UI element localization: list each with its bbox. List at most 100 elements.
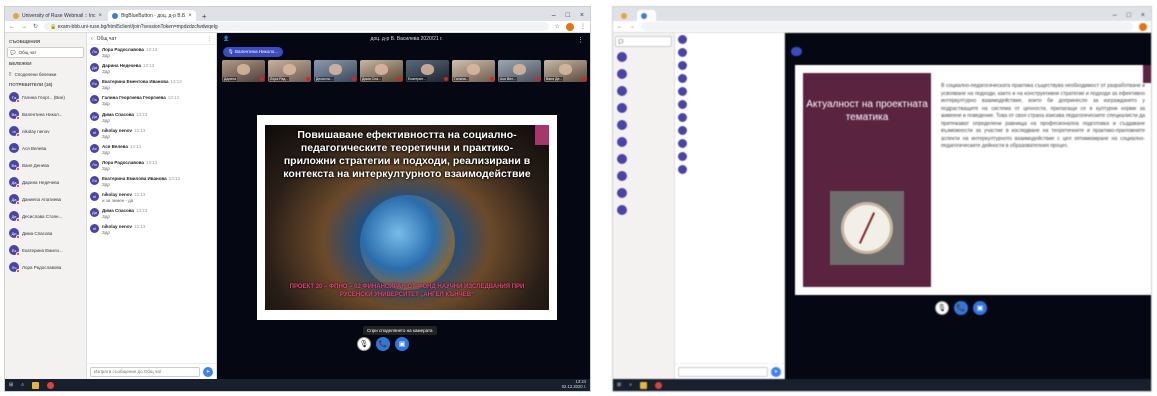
webcam-tile[interactable]: Галина...: [452, 60, 495, 82]
user-name: Ваня Денева: [22, 162, 50, 168]
camera-icon[interactable]: ▣: [973, 301, 987, 315]
explorer-icon[interactable]: [32, 381, 40, 389]
maximize-icon[interactable]: □: [1127, 12, 1131, 19]
send-icon[interactable]: ➤: [771, 366, 781, 377]
screenshot-right: – □ × ← → 💬 ➤ Актуалност на проектната т…: [612, 6, 1152, 392]
user-item[interactable]: [615, 169, 672, 183]
phone-icon[interactable]: 📞: [954, 301, 968, 315]
user-item[interactable]: [615, 50, 672, 64]
user-item[interactable]: [615, 186, 672, 200]
user-item[interactable]: Да Даниела Апатиева: [7, 192, 84, 206]
user-item[interactable]: [615, 67, 672, 81]
user-item[interactable]: Да Дарина Недечева: [7, 175, 84, 189]
send-icon[interactable]: ➤: [203, 366, 213, 377]
webcam-tile[interactable]: Лора Рад...: [268, 60, 311, 82]
new-tab-button[interactable]: +: [198, 12, 211, 21]
search-icon[interactable]: ⌕: [21, 382, 24, 388]
public-chat-item[interactable]: 💬: [615, 36, 672, 47]
browser-tab-webmail[interactable]: [617, 10, 635, 21]
forward-icon[interactable]: →: [629, 24, 635, 30]
browser-tab-webmail[interactable]: University of Ruse Webmail :: Inc ×: [9, 10, 106, 21]
chat-message: ni nikolay nenov 13:13 Здр: [90, 127, 213, 140]
camera-icon[interactable]: ▣: [395, 337, 409, 351]
url-field[interactable]: [641, 22, 1133, 31]
profile-avatar[interactable]: [566, 22, 574, 31]
user-item[interactable]: Ва Ваня Денева: [7, 158, 84, 172]
user-item[interactable]: [615, 118, 672, 132]
browser-tab-bbb[interactable]: [637, 10, 656, 21]
message-author: Лора Радославова: [102, 47, 144, 52]
url-field[interactable]: 🔒 exam-bbb.uni-ruse.bg/html5client/join?…: [44, 22, 549, 31]
explorer-icon[interactable]: [640, 381, 648, 389]
webcam-tile[interactable]: Дарина: [222, 60, 265, 82]
user-item[interactable]: ni nikolay nenov: [7, 124, 84, 138]
notes-icon: ▯: [9, 71, 12, 76]
message-avatar: [678, 87, 687, 96]
star-icon[interactable]: ☆: [555, 23, 560, 30]
reload-icon[interactable]: ↻: [33, 23, 38, 30]
public-chat-item[interactable]: 💬 Общ чат: [7, 47, 84, 58]
users-heading: ПОТРЕБИТЕЛИ (16): [9, 82, 53, 87]
close-tab-icon[interactable]: ×: [99, 13, 103, 19]
user-item[interactable]: [615, 152, 672, 166]
user-item[interactable]: [615, 101, 672, 115]
chat-message-input[interactable]: [90, 366, 200, 377]
chat-messages: [675, 33, 784, 363]
user-item[interactable]: [615, 135, 672, 149]
microphone-icon[interactable]: 🎙: [357, 337, 371, 351]
webcam-name: Ваня Де...: [545, 77, 564, 81]
forward-icon[interactable]: →: [21, 24, 27, 30]
webcam-tile[interactable]: Екатерин...: [406, 60, 449, 82]
user-item[interactable]: Де Десислава Стоян...: [7, 209, 84, 223]
webcam-tile[interactable]: Ваня Де...: [544, 60, 587, 82]
message-author: nikolay nenov: [102, 224, 133, 230]
back-icon[interactable]: ←: [9, 24, 15, 30]
user-item[interactable]: Ва Валентина Никол...: [7, 107, 84, 121]
phone-icon[interactable]: 📞: [376, 337, 390, 351]
menu-icon[interactable]: ⋮: [580, 23, 586, 30]
user-item[interactable]: [615, 203, 672, 217]
shared-notes-item[interactable]: ▯ Споделени бележки: [7, 69, 84, 79]
close-window-icon[interactable]: ×: [1141, 12, 1145, 19]
minimize-icon[interactable]: –: [1113, 12, 1117, 19]
user-item[interactable]: Ас Ася Велева: [7, 141, 84, 155]
tab-label: BigBlueButton - доц. д-р В.Б: [121, 12, 186, 19]
windows-start-icon[interactable]: ⊞: [617, 382, 621, 388]
chat-title: Общ чат: [96, 35, 117, 42]
close-tab-icon[interactable]: ×: [188, 13, 192, 19]
browser-tab-bbb[interactable]: BigBlueButton - доц. д-р В.Б ×: [108, 10, 196, 21]
options-icon[interactable]: ⋮: [577, 36, 584, 44]
windows-start-icon[interactable]: ⊞: [9, 382, 13, 388]
microphone-icon[interactable]: 🎙: [935, 301, 949, 315]
muted-icon: [398, 77, 402, 81]
user-item[interactable]: Ди Дима Спасова: [7, 226, 84, 240]
chat-message-input[interactable]: [678, 366, 768, 377]
webcam-tile[interactable]: Ася Вел...: [498, 60, 541, 82]
maximize-icon[interactable]: □: [566, 12, 570, 19]
presenter-badge[interactable]: [791, 47, 803, 56]
minimize-icon[interactable]: –: [552, 12, 556, 19]
webcam-tile[interactable]: Десисла...: [314, 60, 357, 82]
chat-message: Ек Екатерина Ементова Иванова 13:13 Здр: [90, 79, 213, 91]
user-item[interactable]: Ло Лора Радославова: [7, 260, 84, 274]
user-item[interactable]: Ек Екатерина Емило...: [7, 243, 84, 257]
back-icon[interactable]: ←: [617, 24, 623, 30]
presenter-badge[interactable]: 🎙 Валентина Николо...: [223, 47, 284, 57]
chat-options-icon[interactable]: ⋮: [207, 36, 212, 42]
search-icon[interactable]: ⌕: [629, 382, 632, 388]
user-avatar: Ва: [9, 109, 20, 120]
chrome-icon[interactable]: [47, 381, 55, 389]
back-icon[interactable]: ‹: [91, 36, 93, 42]
message-author: Екатерина Емилова Иванова: [102, 176, 167, 181]
chat-composer: ➤: [87, 363, 216, 379]
profile-avatar[interactable]: [1139, 22, 1147, 31]
message-author: Дарина Недечева: [102, 63, 142, 69]
chat-message: [678, 100, 781, 109]
chrome-icon[interactable]: [655, 381, 663, 389]
webcam-tile[interactable]: Дима Спа...: [360, 60, 403, 82]
user-item[interactable]: [615, 84, 672, 98]
presentation-stage: 👤 доц. д-р В. Василева 2020/21 г. ⋮ 🎙 Ва…: [217, 33, 590, 379]
user-item[interactable]: Га Галина Георг... (Вие): [7, 90, 84, 104]
message-body: Здр: [102, 117, 110, 123]
close-window-icon[interactable]: ×: [580, 12, 584, 19]
